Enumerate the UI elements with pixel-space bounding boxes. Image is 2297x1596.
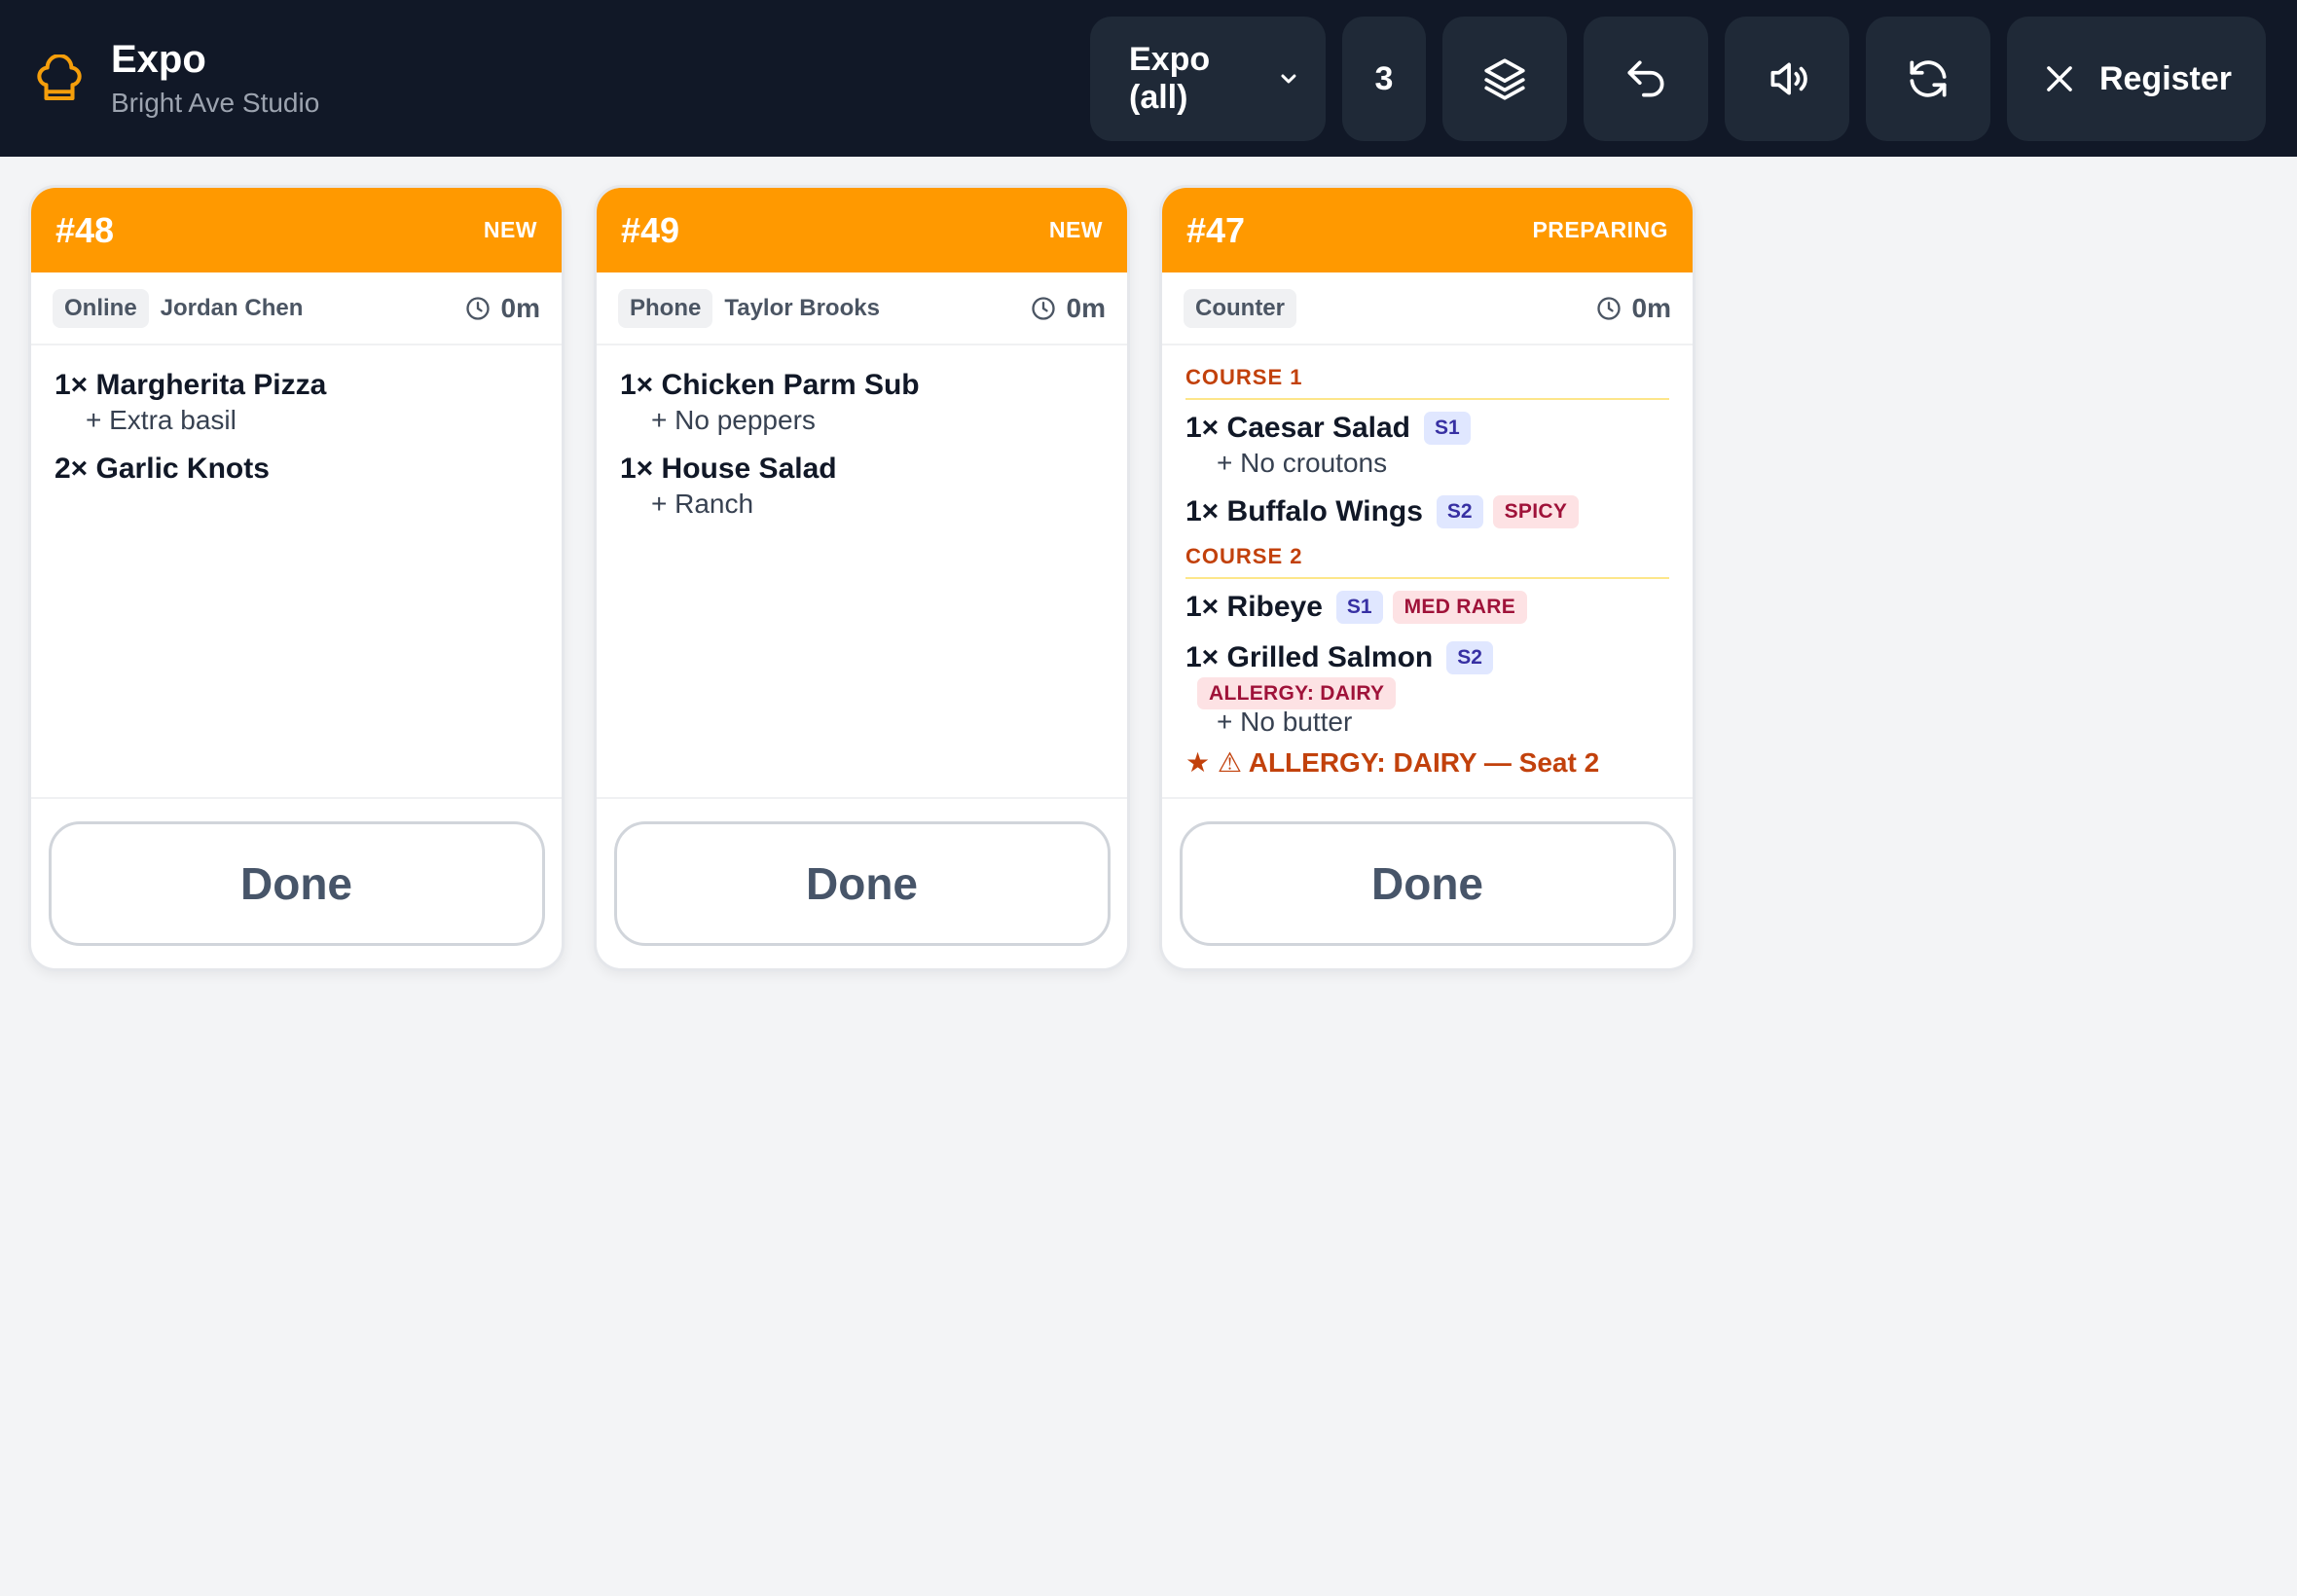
order-number: #47 (1186, 209, 1246, 250)
order-items: 1× Chicken Parm Sub + No peppers 1× Hous… (597, 345, 1127, 799)
item-flag-tag: SPICY (1492, 495, 1580, 528)
order-card: #48 NEW Online Jordan Chen 0m 1× Margher… (28, 185, 565, 971)
item-name: 1× Buffalo Wings (1185, 495, 1423, 527)
order-status: NEW (1048, 217, 1103, 242)
item-modifier: + No peppers (651, 405, 816, 435)
order-meta: Counter 0m (1162, 272, 1693, 345)
clock-icon (1031, 296, 1055, 320)
clock-icon (465, 296, 490, 320)
order-item: 2× Garlic Knots (55, 451, 538, 488)
order-item: 1× Buffalo Wings S2 SPICY (1185, 493, 1669, 530)
order-card-footer: Done (31, 799, 562, 968)
toolbar: Expo (all) 3 Register (1090, 17, 2266, 141)
chef-hat-icon (37, 54, 82, 100)
course-header: COURSE 2 (1185, 544, 1669, 579)
item-name: 1× Caesar Salad (1185, 412, 1410, 444)
station-select[interactable]: Expo (all) (1090, 17, 1326, 141)
order-number: #49 (621, 209, 680, 250)
order-source-badge: Online (53, 288, 149, 328)
layers-icon (1484, 58, 1525, 100)
refresh-icon (1910, 60, 1947, 97)
elapsed-time: 0m (500, 292, 540, 323)
order-card-header: #49 NEW (597, 188, 1127, 272)
order-item: 1× Margherita Pizza + Extra basil (55, 367, 538, 437)
order-meta: Phone Taylor Brooks 0m (597, 272, 1127, 345)
item-name: 2× Garlic Knots (55, 453, 270, 485)
seat-tag: S1 (1335, 591, 1383, 624)
done-button[interactable]: Done (48, 821, 545, 946)
allergy-note: ★ ⚠ ALLERGY: DAIRY — Seat 2 (1185, 747, 1600, 778)
location-name: Bright Ave Studio (111, 87, 320, 118)
order-status: PREPARING (1532, 217, 1668, 242)
brand: Expo Bright Ave Studio (33, 37, 319, 121)
order-items: COURSE 1 1× Caesar Salad S1 + No crouton… (1162, 345, 1693, 799)
order-board: #48 NEW Online Jordan Chen 0m 1× Margher… (0, 157, 2297, 971)
item-modifier: + No croutons (1217, 448, 1388, 478)
item-name: 1× Margherita Pizza (55, 369, 327, 401)
order-timer: 0m (1595, 293, 1671, 324)
item-flag-tag: MED RARE (1392, 591, 1528, 624)
item-modifier: + No butter (1217, 707, 1353, 737)
seat-tag: S2 (1436, 495, 1483, 528)
elapsed-time: 0m (1066, 292, 1106, 323)
top-bar: Expo Bright Ave Studio Expo (all) 3 Regi… (0, 0, 2297, 157)
item-name: 1× House Salad (620, 453, 837, 485)
elapsed-time: 0m (1631, 292, 1671, 323)
order-timer: 0m (464, 293, 540, 324)
layers-button[interactable] (1442, 17, 1567, 141)
order-card: #47 PREPARING Counter 0m COURSE 1 1× Cae… (1159, 185, 1695, 971)
register-label: Register (2098, 59, 2233, 97)
chevron-down-icon (1281, 74, 1296, 84)
refresh-button[interactable] (1866, 17, 1990, 141)
done-button[interactable]: Done (613, 821, 1111, 946)
order-item: 1× Caesar Salad S1 + No croutons (1185, 410, 1669, 480)
order-meta: Online Jordan Chen 0m (31, 272, 562, 345)
order-count-value: 3 (1374, 59, 1394, 97)
undo-button[interactable] (1584, 17, 1708, 141)
order-status: NEW (483, 217, 537, 242)
done-button[interactable]: Done (1179, 821, 1676, 946)
order-timer: 0m (1030, 293, 1106, 324)
order-item: 1× Chicken Parm Sub + No peppers (620, 367, 1104, 437)
volume-icon (1770, 62, 1807, 95)
order-items: 1× Margherita Pizza + Extra basil 2× Gar… (31, 345, 562, 799)
order-card-header: #48 NEW (31, 188, 562, 272)
order-card-footer: Done (597, 799, 1127, 968)
undo-icon (1627, 60, 1664, 97)
order-card-footer: Done (1162, 799, 1693, 968)
register-button[interactable]: Register (2007, 17, 2266, 141)
order-card-header: #47 PREPARING (1162, 188, 1693, 272)
order-count-badge[interactable]: 3 (1342, 17, 1426, 141)
order-source-badge: Phone (618, 288, 713, 328)
sound-button[interactable] (1725, 17, 1849, 141)
close-icon (2047, 66, 2072, 91)
order-source-badge: Counter (1184, 288, 1296, 328)
item-name: 1× Grilled Salmon (1185, 641, 1434, 673)
customer-name: Taylor Brooks (724, 294, 880, 321)
order-card: #49 NEW Phone Taylor Brooks 0m 1× Chicke… (594, 185, 1130, 971)
station-select-label: Expo (all) (1129, 41, 1211, 116)
seat-tag: S2 (1446, 641, 1493, 674)
item-modifier: + Extra basil (86, 405, 237, 435)
order-item: 1× House Salad + Ranch (620, 451, 1104, 521)
seat-tag: S1 (1424, 412, 1471, 445)
order-item: 1× Grilled Salmon S2 ALLERGY: DAIRY + No… (1185, 639, 1669, 739)
order-number: #48 (55, 209, 115, 250)
clock-icon (1596, 296, 1621, 320)
item-name: 1× Chicken Parm Sub (620, 369, 920, 401)
course-header: COURSE 1 (1185, 365, 1669, 400)
item-name: 1× Ribeye (1185, 591, 1323, 623)
order-item: 1× Ribeye S1 MED RARE (1185, 589, 1669, 626)
station-title: Expo (111, 37, 206, 81)
item-modifier: + Ranch (651, 489, 754, 519)
customer-name: Jordan Chen (160, 294, 304, 321)
